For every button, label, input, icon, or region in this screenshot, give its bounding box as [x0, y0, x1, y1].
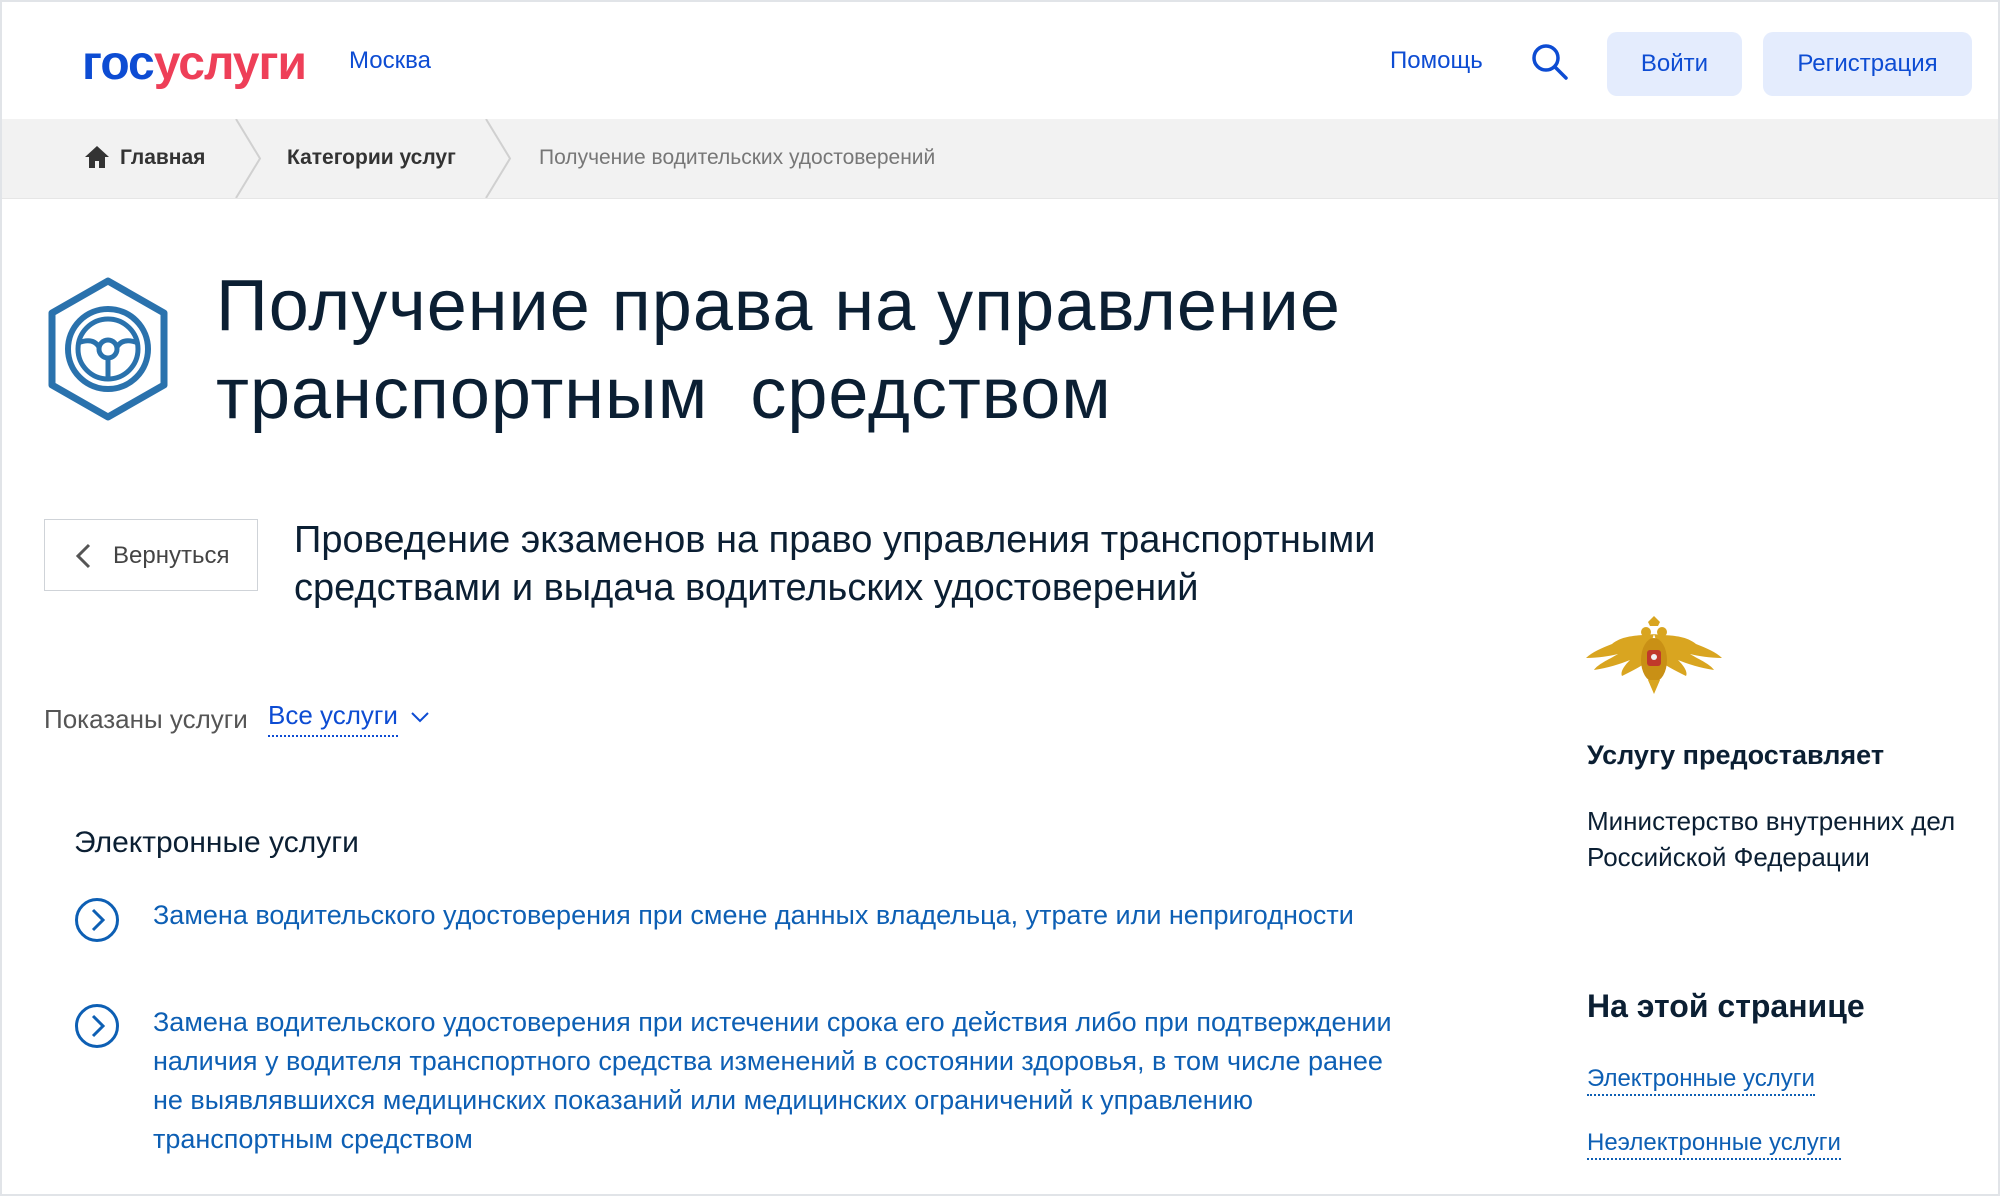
chevron-circle-right-icon[interactable] — [74, 897, 120, 943]
login-button[interactable]: Войти — [1607, 32, 1742, 96]
top-header: госуслуги Москва Помощь Войти Регистраци… — [2, 2, 1998, 119]
breadcrumb-home[interactable]: Главная — [120, 143, 205, 173]
on-this-page-heading: На этой странице — [1587, 988, 1865, 1024]
service-link-line: наличия у водителя транспортного средств… — [153, 1046, 1383, 1076]
service-link-line: Замена водительского удостоверения при и… — [153, 1007, 1392, 1037]
page-title-line1: Получение права на управление — [216, 266, 1341, 346]
provider-name-line1: Министерство внутренних дел — [1587, 806, 1956, 836]
service-link-line: не выявлявшихся медицинских показаний ил… — [153, 1085, 1254, 1115]
search-icon[interactable] — [1530, 42, 1570, 82]
gosuslugi-logo[interactable]: госуслуги — [82, 36, 307, 92]
page-title-line2: транспортным средством — [216, 354, 1112, 434]
service-link-replace-license-data-change[interactable]: Замена водительского удостоверения при с… — [153, 896, 1483, 935]
chevron-left-icon — [75, 543, 91, 569]
back-button-label: Вернуться — [113, 542, 230, 569]
services-filter-dropdown[interactable]: Все услуги — [268, 699, 398, 737]
page-title: Получение права на управление транспортн… — [216, 262, 1416, 438]
chevron-down-icon[interactable] — [410, 710, 430, 724]
logo-part-uslugi: услуги — [153, 37, 307, 90]
provider-name: Министерство внутренних дел Российской Ф… — [1587, 803, 1987, 875]
service-link-line: транспортным средством — [153, 1124, 473, 1154]
russian-coat-of-arms-emblem — [1586, 616, 1722, 694]
home-icon — [85, 146, 109, 168]
subtitle-line2: средствами и выдача водительских удостов… — [294, 567, 1199, 609]
electronic-services-heading: Электронные услуги — [74, 826, 359, 859]
anchor-link-non-electronic-services[interactable]: Неэлектронные услуги — [1587, 1128, 1841, 1160]
service-link-line: Замена водительского удостоверения при с… — [153, 900, 1354, 930]
city-selector[interactable]: Москва — [349, 46, 431, 76]
breadcrumb-separator — [235, 119, 262, 198]
breadcrumb-categories[interactable]: Категории услуг — [287, 143, 456, 173]
breadcrumb: Главная Категории услуг Получение водите… — [2, 119, 1998, 199]
subtitle-line1: Проведение экзаменов на право управления… — [294, 519, 1376, 561]
chevron-circle-right-icon[interactable] — [74, 1003, 120, 1049]
help-link[interactable]: Помощь — [1390, 46, 1483, 76]
service-subtitle: Проведение экзаменов на право управления… — [294, 516, 1534, 612]
back-button[interactable]: Вернуться — [44, 519, 258, 591]
register-button[interactable]: Регистрация — [1763, 32, 1972, 96]
steering-wheel-icon — [48, 277, 168, 421]
provider-heading: Услугу предоставляет — [1587, 740, 1885, 770]
service-link-replace-license-expiry[interactable]: Замена водительского удостоверения при и… — [153, 1003, 1483, 1159]
breadcrumb-separator — [485, 119, 512, 198]
provider-name-line2: Российской Федерации — [1587, 842, 1870, 872]
anchor-link-electronic-services[interactable]: Электронные услуги — [1587, 1064, 1815, 1096]
breadcrumb-current: Получение водительских удостоверений — [539, 146, 936, 169]
filter-label: Показаны услуги — [44, 704, 248, 734]
logo-part-gos: гос — [82, 37, 155, 90]
